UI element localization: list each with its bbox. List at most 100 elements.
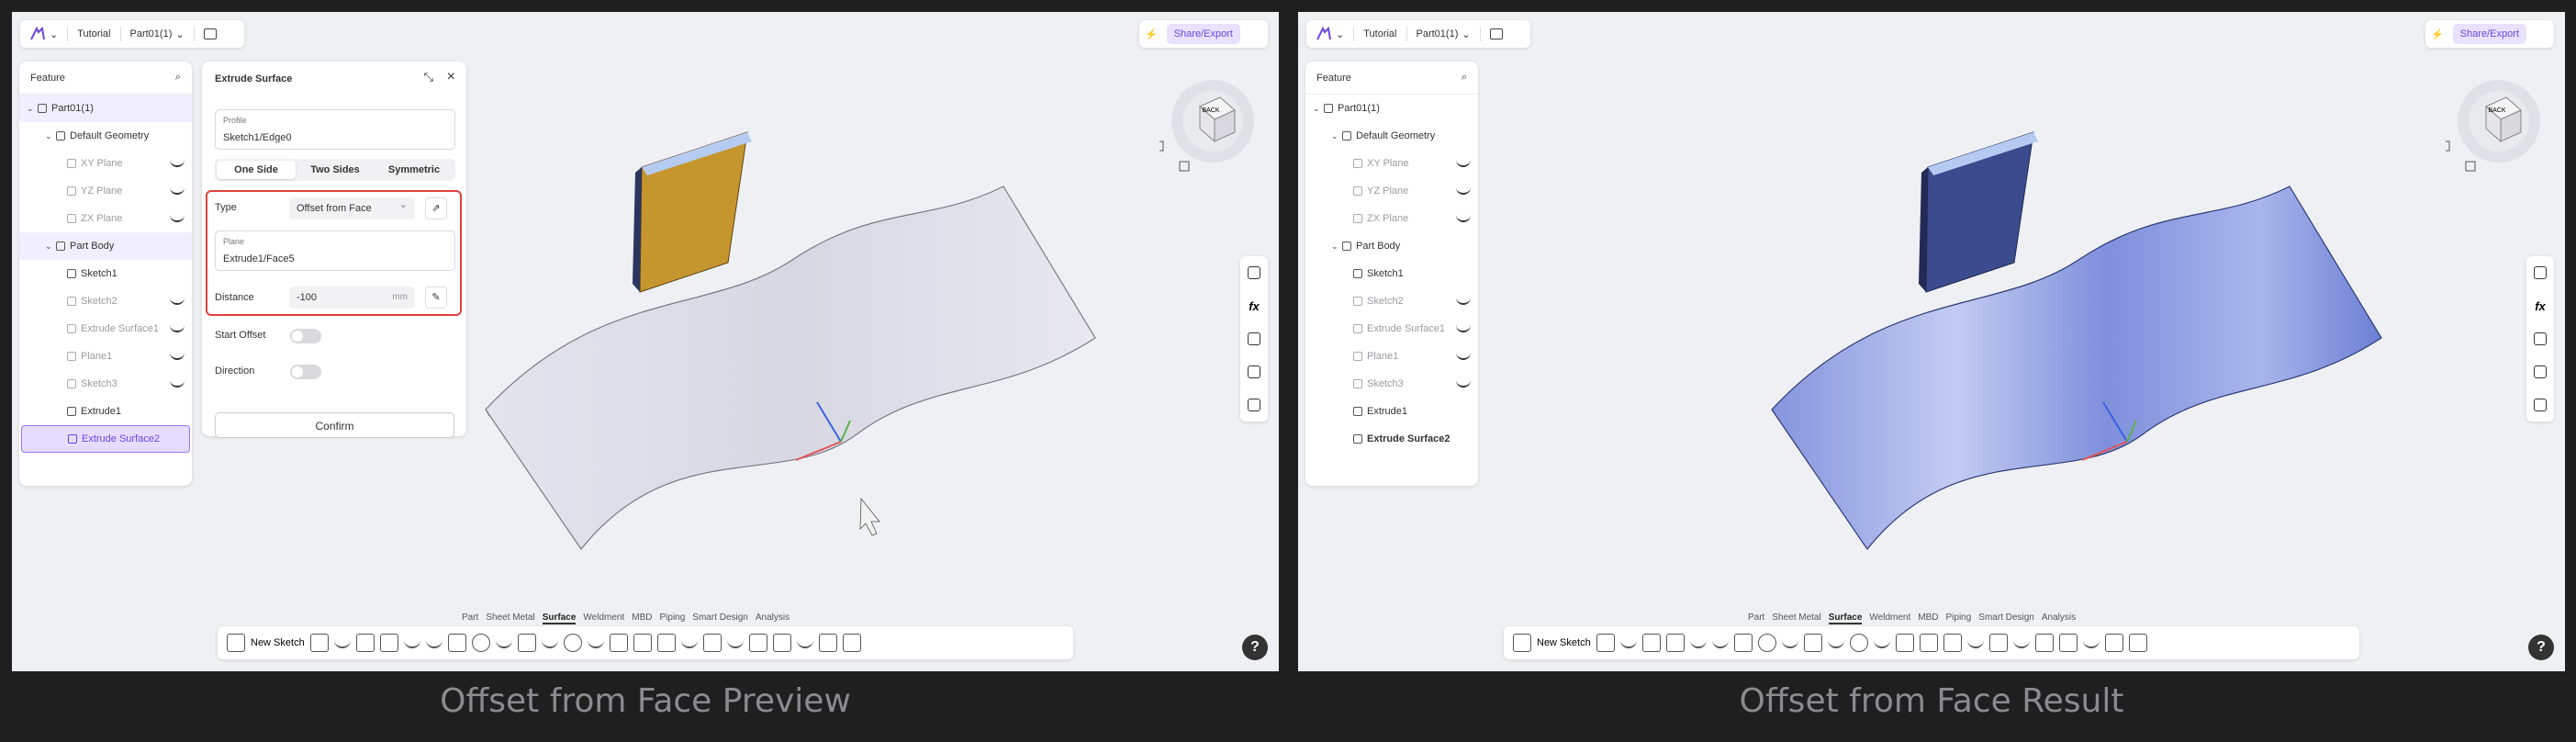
- hidden-eye-icon[interactable]: [170, 298, 185, 305]
- tree-item-part[interactable]: ⌄ Part01(1): [19, 95, 192, 122]
- measure-tool-icon[interactable]: [2534, 265, 2547, 279]
- search-icon[interactable]: ⌕: [1462, 72, 1467, 84]
- tree-item-xy-plane[interactable]: XY Plane: [1305, 150, 1478, 177]
- sweep-icon[interactable]: [1733, 634, 1753, 652]
- hidden-eye-icon[interactable]: [170, 353, 185, 360]
- patch-icon[interactable]: [1966, 637, 1984, 648]
- tree-item-sketch2[interactable]: Sketch2: [1305, 287, 1478, 315]
- tab-analysis[interactable]: Analysis: [2042, 613, 2076, 624]
- plane-field[interactable]: Plane Extrude1/Face5: [215, 230, 455, 271]
- fill-icon[interactable]: [1803, 634, 1822, 652]
- delete-face-icon[interactable]: [726, 637, 744, 648]
- loft-icon[interactable]: [471, 634, 490, 652]
- untrim-icon[interactable]: [748, 634, 767, 652]
- extrude-surface-icon[interactable]: [1641, 634, 1661, 652]
- pattern-icon[interactable]: [796, 637, 813, 648]
- sweep-icon[interactable]: [447, 634, 466, 652]
- tab-analysis[interactable]: Analysis: [756, 613, 790, 624]
- hidden-eye-icon[interactable]: [170, 215, 185, 222]
- tree-item-plane1[interactable]: Plane1: [1305, 343, 1478, 370]
- profile-field[interactable]: Profile Sketch1/Edge0: [215, 109, 455, 150]
- hidden-eye-icon[interactable]: [170, 160, 185, 167]
- boolean-icon[interactable]: [818, 634, 837, 652]
- share-export-button[interactable]: Share/Export: [2452, 24, 2526, 44]
- tab-piping[interactable]: Piping: [659, 613, 685, 624]
- trim-icon[interactable]: [1873, 637, 1890, 648]
- thicken-icon[interactable]: [1849, 634, 1868, 652]
- layers-icon[interactable]: [2534, 399, 2547, 412]
- ai-assist-icon[interactable]: ⚡: [2431, 28, 2444, 40]
- more-icon[interactable]: [2128, 634, 2147, 652]
- checklist-icon[interactable]: [2534, 332, 2547, 346]
- plane-icon[interactable]: [1596, 634, 1615, 652]
- flip-icon[interactable]: ⇗: [425, 197, 447, 219]
- mirror-icon[interactable]: [2058, 634, 2078, 652]
- knit-icon[interactable]: [1943, 634, 1962, 652]
- viewport-preview[interactable]: ⌄ Tutorial Part01(1) ⌄ ⚡ Share/Export BA…: [12, 12, 1279, 671]
- tree-item-yz-plane[interactable]: YZ Plane: [19, 177, 192, 205]
- tree-item-default-geometry[interactable]: ⌄ Default Geometry: [19, 122, 192, 150]
- tree-item-default-geometry[interactable]: ⌄ Default Geometry: [1305, 122, 1478, 150]
- view-cube[interactable]: BACK: [2437, 70, 2556, 180]
- spline-icon[interactable]: [425, 637, 442, 648]
- tree-item-sketch3[interactable]: Sketch3: [19, 370, 192, 398]
- close-icon[interactable]: ×: [447, 69, 455, 85]
- view-cube[interactable]: BACK: [1151, 70, 1270, 180]
- tab-smart-design[interactable]: Smart Design: [1978, 613, 2034, 624]
- split-icon[interactable]: [1919, 634, 1938, 652]
- point-icon[interactable]: [1689, 637, 1707, 648]
- help-button[interactable]: ?: [1242, 635, 1268, 660]
- blend-icon[interactable]: [1781, 637, 1798, 648]
- scene-canvas[interactable]: [1298, 12, 2565, 671]
- chevron-down-icon[interactable]: ⌄: [1336, 28, 1344, 40]
- extrude-surface-icon[interactable]: [355, 634, 375, 652]
- fill-icon[interactable]: [517, 634, 536, 652]
- new-sketch-button[interactable]: New Sketch: [251, 637, 305, 648]
- tree-item-sketch2[interactable]: Sketch2: [19, 287, 192, 315]
- trim-icon[interactable]: [587, 637, 604, 648]
- tree-item-extrude-surface1[interactable]: Extrude Surface1: [1305, 315, 1478, 343]
- tree-item-extrude-surface1[interactable]: Extrude Surface1: [19, 315, 192, 343]
- extend-icon[interactable]: [609, 634, 628, 652]
- chevron-down-icon[interactable]: ⌄: [1462, 28, 1470, 40]
- chevron-down-icon[interactable]: ⌄: [175, 28, 184, 40]
- layout-toggle-icon[interactable]: [1489, 28, 1503, 39]
- tree-item-plane1[interactable]: Plane1: [19, 343, 192, 370]
- tree-item-extrude1[interactable]: Extrude1: [19, 398, 192, 425]
- replace-face-icon[interactable]: [1988, 634, 2008, 652]
- tree-item-part-body[interactable]: ⌄ Part Body: [19, 232, 192, 260]
- tree-item-sketch1[interactable]: Sketch1: [19, 260, 192, 287]
- tab-sheet-metal[interactable]: Sheet Metal: [1772, 613, 1820, 624]
- measure-icon[interactable]: ✎: [425, 287, 447, 309]
- tab-piping[interactable]: Piping: [1945, 613, 1971, 624]
- breadcrumb-tutorial[interactable]: Tutorial: [1363, 28, 1396, 39]
- checklist-icon[interactable]: [1248, 332, 1260, 346]
- tree-item-sketch1[interactable]: Sketch1: [1305, 260, 1478, 287]
- layout-toggle-icon[interactable]: [203, 28, 217, 39]
- function-icon[interactable]: fx: [2535, 299, 2546, 313]
- mode-one-side[interactable]: One Side: [217, 161, 296, 179]
- revolve-surface-icon[interactable]: [1665, 634, 1685, 652]
- new-sketch-button[interactable]: New Sketch: [1537, 637, 1591, 648]
- delete-face-icon[interactable]: [2012, 637, 2030, 648]
- tree-item-yz-plane[interactable]: YZ Plane: [1305, 177, 1478, 205]
- tab-weldment[interactable]: Weldment: [1869, 613, 1910, 624]
- mode-two-sides[interactable]: Two Sides: [296, 161, 375, 179]
- mode-symmetric[interactable]: Symmetric: [375, 161, 454, 179]
- hidden-eye-icon[interactable]: [1456, 187, 1471, 195]
- hidden-eye-icon[interactable]: [170, 187, 185, 195]
- split-icon[interactable]: [633, 634, 652, 652]
- tab-part[interactable]: Part: [1748, 613, 1764, 624]
- viewport-result[interactable]: ⌄ Tutorial Part01(1) ⌄ ⚡ Share/Export BA…: [1298, 12, 2565, 671]
- tree-item-zx-plane[interactable]: ZX Plane: [1305, 205, 1478, 232]
- point-icon[interactable]: [403, 637, 420, 648]
- loft-icon[interactable]: [1757, 634, 1776, 652]
- hidden-eye-icon[interactable]: [1456, 215, 1471, 222]
- tree-item-part[interactable]: ⌄ Part01(1): [1305, 95, 1478, 122]
- tab-surface[interactable]: Surface: [542, 613, 577, 624]
- measure-tool-icon[interactable]: [1248, 265, 1260, 279]
- plane-icon[interactable]: [309, 634, 329, 652]
- tab-weldment[interactable]: Weldment: [583, 613, 624, 624]
- table-icon[interactable]: [2534, 365, 2547, 379]
- untrim-icon[interactable]: [2034, 634, 2054, 652]
